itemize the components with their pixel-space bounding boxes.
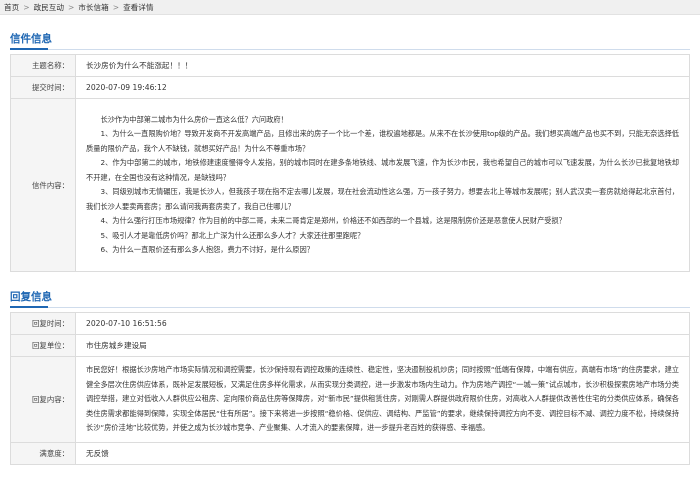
breadcrumb-separator: > xyxy=(67,2,75,12)
letter-paragraph: 长沙作为中部第二城市为什么房价一直这么低？六问政府！ xyxy=(100,114,288,124)
reply-time-value: 2020-07-10 16:51:56 xyxy=(75,312,690,335)
letter-paragraph: 5、吸引人才是靠低房价吗？那北上广深为什么还那么多人才？大家还往那里跑呢？ xyxy=(100,230,365,240)
letter-paragraph: 4、为什么强行打压市场规律？作为目前的中部二哥，未来二哥肯定是郑州，价格还不如西… xyxy=(100,216,566,225)
reply-content-row: 回复内容： 市民您好！根据长沙房地产市场实际情况和调控需要，长沙保持现有调控政策… xyxy=(10,356,690,443)
breadcrumb: 首页 > 政民互动 > 市长信箱 > 查看详情 xyxy=(0,0,700,15)
letter-section-title: 信件信息 xyxy=(10,33,52,45)
subject-row: 主题名称： 长沙房价为什么不能涨起！！！ xyxy=(10,54,690,77)
reply-content-label: 回复内容： xyxy=(10,356,76,443)
submit-time-row: 提交时间： 2020-07-09 19:46:12 xyxy=(10,76,690,99)
letter-paragraph: 3、同级别城市无情碾压，我是长沙人，但我孩子现在指不定去哪儿发展，现在社会流动性… xyxy=(86,187,679,211)
breadcrumb-view-details: 查看详情 xyxy=(123,2,154,12)
letter-paragraph: 2、作为中部第二的城市，地铁修建速度慢得令人发指，别的城市同时在建多条地铁线、城… xyxy=(86,158,679,182)
satisfaction-label: 满意度： xyxy=(10,442,76,465)
reply-section-title: 回复信息 xyxy=(10,291,52,303)
breadcrumb-separator: > xyxy=(23,2,30,12)
letter-content-row: 信件内容： 长沙作为中部第二城市为什么房价一直这么低？六问政府！ 1、为什么一直… xyxy=(10,98,690,272)
reply-content-body: 市民您好！根据长沙房地产市场实际情况和调控需要，长沙保持现有调控政策的连续性、稳… xyxy=(75,356,690,443)
submit-time-value: 2020-07-09 19:46:12 xyxy=(75,76,690,99)
letter-content-label: 信件内容： xyxy=(10,98,76,272)
letter-content-body: 长沙作为中部第二城市为什么房价一直这么低？六问政府！ 1、为什么一直限购价地？导… xyxy=(75,98,690,272)
breadcrumb-separator: > xyxy=(112,2,120,12)
breadcrumb-mayor-mailbox[interactable]: 市长信箱 xyxy=(78,2,108,13)
reply-section-divider xyxy=(10,306,690,308)
reply-time-row: 回复时间： 2020-07-10 16:51:56 xyxy=(10,312,690,335)
reply-unit-value: 市住房城乡建设局 xyxy=(75,334,690,357)
satisfaction-row: 满意度： 无反馈 xyxy=(10,442,690,465)
letter-paragraph: 6、为什么一直限价还有那么多人抱怨，费力不讨好，是什么原因？ xyxy=(100,245,314,254)
breadcrumb-home[interactable]: 首页 xyxy=(4,2,19,13)
breadcrumb-government-interaction[interactable]: 政民互动 xyxy=(34,2,64,13)
reply-paragraph: 市民您好！根据长沙房地产市场实际情况和调控需要，长沙保持现有调控政策的连续性、稳… xyxy=(86,365,679,433)
letter-paragraph: 1、为什么一直限购价地？导致开发商不开发高端产品，且修出来的房子一个比一个差，谁… xyxy=(86,129,679,153)
reply-unit-row: 回复单位： 市住房城乡建设局 xyxy=(10,334,690,357)
letter-section-divider xyxy=(10,48,690,50)
reply-unit-label: 回复单位： xyxy=(10,334,76,357)
satisfaction-value: 无反馈 xyxy=(75,442,690,465)
subject-value: 长沙房价为什么不能涨起！！！ xyxy=(75,54,690,77)
reply-info-table: 回复时间： 2020-07-10 16:51:56 回复单位： 市住房城乡建设局… xyxy=(10,312,690,465)
letter-info-table: 主题名称： 长沙房价为什么不能涨起！！！ 提交时间： 2020-07-09 19… xyxy=(10,54,690,272)
submit-time-label: 提交时间： xyxy=(10,76,76,99)
reply-time-label: 回复时间： xyxy=(10,312,76,335)
subject-label: 主题名称： xyxy=(10,54,76,77)
